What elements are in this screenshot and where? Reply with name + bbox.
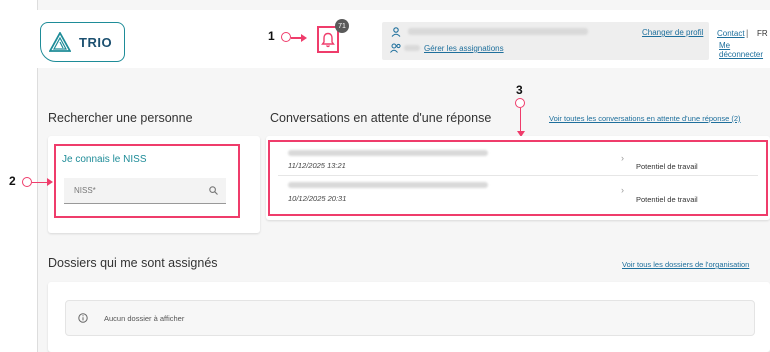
conversation-date: 10/12/2025 20:31: [288, 194, 347, 203]
notification-count-badge: 71: [335, 19, 349, 33]
group-icon: [390, 43, 401, 53]
callout-3-circle: [515, 98, 525, 108]
conversation-subject-redacted: [288, 150, 488, 156]
profile-panel: Gérer les assignations Changer de profil: [382, 22, 709, 60]
logo-text: TRIO: [79, 34, 113, 50]
empty-files-bar: Aucun dossier à afficher: [65, 300, 755, 336]
callout-3-arrow: [519, 108, 521, 133]
trio-logo-icon: [49, 32, 71, 52]
logout-link[interactable]: Me déconnecter: [719, 41, 770, 59]
callout-2-number: 2: [9, 174, 16, 188]
bell-icon: [321, 32, 335, 47]
conversation-date: 11/12/2025 13:21: [288, 161, 346, 170]
callout-2-arrowhead: [47, 178, 53, 186]
callout-1-circle: [281, 32, 291, 42]
trio-logo[interactable]: TRIO: [40, 22, 125, 62]
language-selector[interactable]: FR: [757, 29, 768, 38]
search-section-title: Rechercher une personne: [48, 111, 193, 125]
info-icon: [78, 313, 88, 323]
niss-placeholder: NISS*: [74, 186, 96, 195]
conversation-item[interactable]: 10/12/2025 20:31 › Potentiel de travail: [278, 178, 758, 208]
callout-2-circle: [22, 177, 32, 187]
niss-input[interactable]: NISS*: [64, 178, 226, 204]
manage-assignments-link[interactable]: Gérer les assignations: [424, 44, 504, 53]
header-separator: |: [746, 28, 749, 38]
callout-3-number: 3: [516, 83, 523, 97]
profile-name-redacted: [408, 28, 588, 35]
conversation-type: Potentiel de travail: [636, 162, 698, 171]
see-all-conversations-link[interactable]: Voir toutes les conversations en attente…: [549, 114, 741, 123]
conversation-item[interactable]: 11/12/2025 13:21 › Potentiel de travail: [278, 146, 758, 176]
chevron-right-icon: ›: [621, 185, 624, 195]
change-profile-link[interactable]: Changer de profil: [642, 28, 703, 37]
conversation-type: Potentiel de travail: [636, 195, 698, 204]
assigned-files-title: Dossiers qui me sont assignés: [48, 256, 218, 270]
contact-link[interactable]: Contact: [717, 29, 745, 38]
callout-2-arrow: [32, 181, 48, 183]
conversations-section-title: Conversations en attente d'une réponse: [270, 111, 492, 125]
top-header: TRIO 71 Gérer les assignations Changer d…: [37, 10, 770, 68]
niss-link[interactable]: Je connais le NISS: [62, 154, 147, 165]
search-icon[interactable]: [209, 186, 218, 195]
assignment-redacted: [404, 45, 420, 51]
chevron-right-icon: ›: [621, 153, 624, 163]
callout-1-number: 1: [268, 29, 275, 43]
see-all-files-link[interactable]: Voir tous les dossiers de l'organisation: [622, 260, 749, 269]
conversation-subject-redacted: [288, 182, 488, 188]
callout-1-arrowhead: [301, 34, 307, 42]
user-icon: [391, 27, 401, 37]
empty-files-text: Aucun dossier à afficher: [104, 314, 185, 323]
